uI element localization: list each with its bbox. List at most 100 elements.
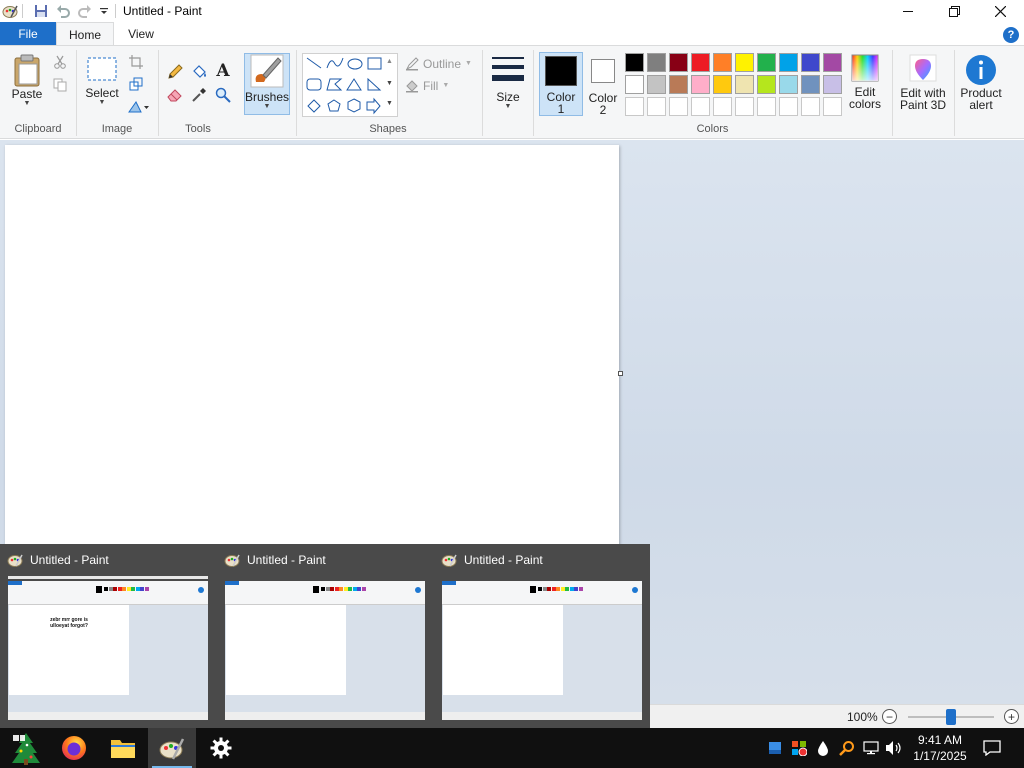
tab-view[interactable]: View <box>118 22 164 46</box>
notification-icon[interactable] <box>982 738 1002 758</box>
paint-app-icon[interactable] <box>2 3 18 19</box>
shapes-expand-icon[interactable]: ▼ <box>386 100 393 107</box>
drawing-canvas[interactable] <box>5 145 619 549</box>
shapes-scroll-down-icon[interactable]: ▼ <box>386 80 393 87</box>
paste-dropdown-icon[interactable]: ▼ <box>24 100 31 108</box>
palette-swatch[interactable] <box>779 53 798 72</box>
text-tool-icon[interactable]: A <box>214 61 232 81</box>
window-preview-thumbnail[interactable]: Untitled - Paint <box>217 544 427 728</box>
select-label: Select <box>85 86 119 100</box>
palette-swatch[interactable] <box>647 53 666 72</box>
palette-swatch[interactable] <box>625 53 644 72</box>
palette-swatch[interactable] <box>757 75 776 94</box>
outline-button[interactable]: Outline ▼ <box>405 56 472 72</box>
ribbon-tabs: File Home View ? <box>0 22 1024 46</box>
paste-button[interactable]: Paste ▼ <box>8 54 46 108</box>
canvas-resize-handle[interactable] <box>618 371 623 376</box>
palette-swatch[interactable] <box>691 53 710 72</box>
network-icon[interactable] <box>862 739 880 757</box>
edit-colors-button[interactable]: Edit colors <box>845 54 885 110</box>
group-divider <box>76 50 77 136</box>
custom-color-slot[interactable] <box>823 97 842 116</box>
fill-shape-icon <box>406 80 418 93</box>
minimize-button[interactable] <box>885 0 931 22</box>
custom-color-slot[interactable] <box>801 97 820 116</box>
palette-swatch[interactable] <box>823 75 842 94</box>
palette-swatch[interactable] <box>801 53 820 72</box>
display-icon[interactable] <box>766 739 784 757</box>
custom-color-slot[interactable] <box>757 97 776 116</box>
size-dropdown-icon[interactable]: ▼ <box>505 103 512 111</box>
settings-taskbar-button[interactable] <box>197 728 245 768</box>
close-button[interactable] <box>977 0 1023 22</box>
custom-color-slot[interactable] <box>647 97 666 116</box>
colors-group-label: Colors <box>696 123 729 135</box>
tab-home[interactable]: Home <box>56 22 114 46</box>
custom-color-slot[interactable] <box>625 97 644 116</box>
window-preview-thumbnail[interactable]: Untitled - Paint zebr mrr gore is ulloeya… <box>0 544 210 728</box>
copy-icon[interactable] <box>51 76 69 94</box>
zoom-slider-thumb[interactable] <box>946 709 956 725</box>
custom-color-slot[interactable] <box>713 97 732 116</box>
search-tray-icon[interactable] <box>838 739 856 757</box>
zoom-out-button[interactable]: − <box>882 709 897 724</box>
fill-bucket-icon[interactable] <box>190 63 208 81</box>
color2-button[interactable]: Color 2 <box>585 52 621 116</box>
palette-swatch[interactable] <box>691 75 710 94</box>
eraser-icon[interactable] <box>166 86 184 104</box>
resize-icon[interactable] <box>127 75 145 93</box>
palette-swatch[interactable] <box>735 75 754 94</box>
rotate-icon[interactable] <box>127 97 151 115</box>
firefox-taskbar-button[interactable] <box>50 728 98 768</box>
crop-icon[interactable] <box>127 53 145 71</box>
palette-swatch[interactable] <box>647 75 666 94</box>
shapes-gallery-icons[interactable] <box>303 54 399 118</box>
pencil-icon[interactable] <box>166 63 184 81</box>
start-button[interactable] <box>2 728 50 768</box>
palette-swatch[interactable] <box>713 75 732 94</box>
volume-icon[interactable] <box>885 739 903 757</box>
preview-title: Untitled - Paint <box>247 553 326 567</box>
palette-swatch[interactable] <box>757 53 776 72</box>
palette-swatch[interactable] <box>735 53 754 72</box>
custom-color-slot[interactable] <box>669 97 688 116</box>
palette-swatch[interactable] <box>801 75 820 94</box>
tab-file[interactable]: File <box>0 22 56 46</box>
color1-button[interactable]: Color 1 <box>539 52 583 116</box>
magnifier-icon[interactable] <box>214 86 232 104</box>
zoom-in-button[interactable]: + <box>1004 709 1019 724</box>
taskbar-clock[interactable]: 9:41 AM 1/17/2025 <box>910 732 970 764</box>
select-dropdown-icon[interactable]: ▼ <box>99 99 106 107</box>
droplet-icon[interactable] <box>814 739 832 757</box>
help-button[interactable]: ? <box>1003 27 1019 43</box>
shapes-scroll-up-icon[interactable]: ▲ <box>386 58 393 65</box>
palette-swatch[interactable] <box>625 75 644 94</box>
size-button[interactable]: Size ▼ <box>488 54 528 111</box>
custom-color-slot[interactable] <box>691 97 710 116</box>
custom-color-slot[interactable] <box>735 97 754 116</box>
paint-taskbar-button[interactable] <box>148 728 196 768</box>
scissors-icon[interactable] <box>51 53 69 71</box>
fill-button[interactable]: Fill ▼ <box>405 78 449 94</box>
palette-swatch[interactable] <box>669 75 688 94</box>
palette-swatch[interactable] <box>669 53 688 72</box>
custom-color-slot[interactable] <box>779 97 798 116</box>
brushes-dropdown-icon[interactable]: ▼ <box>264 103 271 111</box>
palette-swatch[interactable] <box>823 53 842 72</box>
undo-icon[interactable] <box>55 3 71 19</box>
customize-qat-icon[interactable] <box>96 3 112 19</box>
edit-with-paint3d-button[interactable]: Edit with Paint 3D <box>896 54 950 111</box>
color-picker-icon[interactable] <box>190 86 208 104</box>
window-preview-thumbnail[interactable]: Untitled - Paint <box>434 544 644 728</box>
brushes-button[interactable]: Brushes ▼ <box>244 53 290 115</box>
palette-swatch[interactable] <box>779 75 798 94</box>
product-alert-button[interactable]: Product alert <box>958 54 1004 111</box>
save-icon[interactable] <box>33 3 49 19</box>
maximize-button[interactable] <box>931 0 977 22</box>
redo-icon[interactable] <box>77 3 93 19</box>
palette-swatch[interactable] <box>713 53 732 72</box>
app-tray-icon[interactable] <box>790 739 808 757</box>
preview-title: Untitled - Paint <box>464 553 543 567</box>
file-explorer-taskbar-button[interactable] <box>99 728 147 768</box>
select-button[interactable]: Select ▼ <box>82 56 122 107</box>
